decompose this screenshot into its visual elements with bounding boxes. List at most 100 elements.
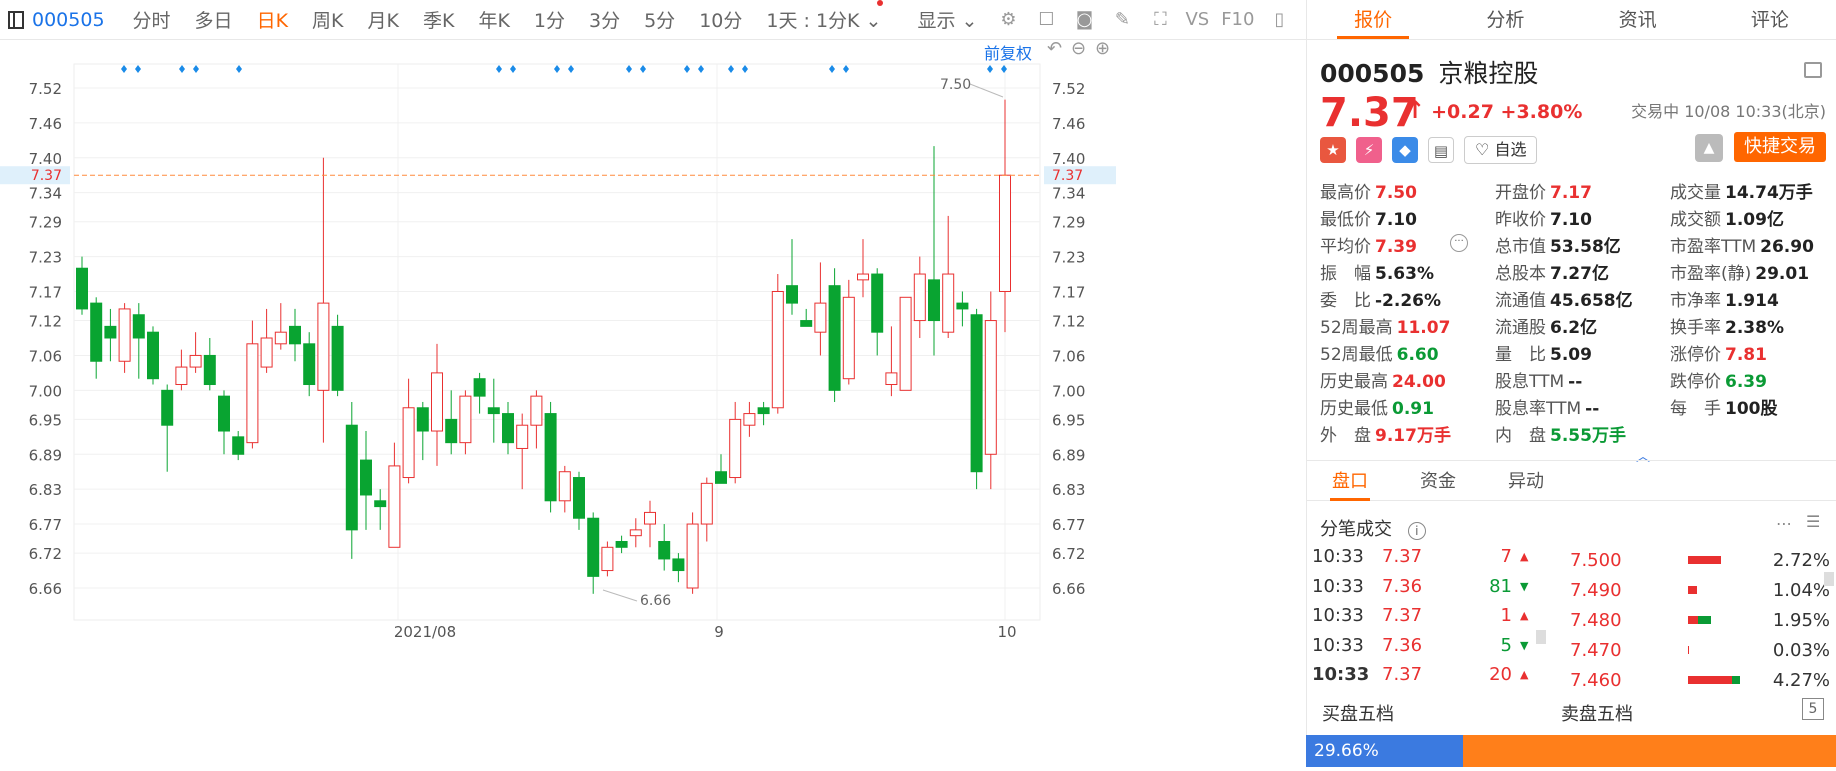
period-tab[interactable]: 年K [466, 6, 521, 33]
candle-body [260, 337, 273, 368]
lightning-icon[interactable]: ⚡ [1356, 137, 1382, 163]
sub-tab[interactable]: 异动 [1482, 461, 1570, 500]
y-tick-label-right: 6.95 [1052, 411, 1085, 429]
menu-icon[interactable] [1804, 62, 1822, 78]
period-tab[interactable]: 周K [300, 6, 355, 33]
checkbox-select-icon[interactable]: ☐ [1033, 9, 1059, 31]
trade-volume: 1 [1500, 605, 1512, 627]
event-marker[interactable] [568, 65, 574, 73]
camera-icon[interactable]: ◙ [1071, 9, 1097, 31]
quote-value: 100股 [1725, 399, 1778, 419]
sub-tab[interactable]: 资金 [1394, 461, 1482, 500]
kline-chart[interactable]: 7.52 7.52 7.46 7.46 7.40 7.40 7.34 7.34 7.29 7.29… [0, 38, 1306, 767]
note-icon[interactable]: ▤ [1428, 137, 1454, 163]
event-marker[interactable] [698, 65, 704, 73]
candle-body [132, 314, 145, 339]
candle-body [175, 366, 188, 386]
alert-bell-icon[interactable]: ▲ [1695, 134, 1723, 162]
fullscreen-icon[interactable]: ⛶ [1147, 9, 1173, 31]
event-marker[interactable] [554, 65, 560, 73]
pen-icon[interactable]: ✎ [1109, 9, 1135, 31]
info-icon[interactable]: i [1407, 522, 1426, 540]
event-marker[interactable] [987, 65, 993, 73]
event-marker[interactable] [179, 65, 185, 73]
order-book: 7.500 2.72% 7.490 1.04% 7.480 1.95% 7.470 0.03%… [1560, 545, 1830, 695]
trades-scrollbar[interactable] [1536, 630, 1546, 644]
quote-value: 1.09亿 [1725, 210, 1784, 230]
candle-body [431, 372, 443, 432]
add-watchlist-button[interactable]: ♡ 自选 [1464, 136, 1538, 164]
settings-icon[interactable]: ⚙ [995, 9, 1021, 31]
x-tick-label: 9 [714, 623, 724, 641]
quote-tab[interactable]: 评论 [1704, 0, 1836, 39]
quote-tab[interactable]: 资讯 [1572, 0, 1704, 39]
period-tab[interactable]: 季K [411, 6, 466, 33]
period-tab[interactable]: 日K [245, 6, 300, 33]
period-tabs: 分时 多日 日K 周K 月K 季K 年K 1分 3分 5分 10分 [121, 6, 755, 33]
quote-cell: 涨停价 7.81 [1670, 340, 1830, 367]
event-marker[interactable] [843, 65, 849, 73]
book-price: 7.480 [1570, 609, 1622, 631]
period-tab[interactable]: 月K [356, 6, 411, 33]
f10-button[interactable]: F10 [1221, 9, 1254, 31]
book-scrollbar[interactable] [1824, 572, 1834, 586]
stock-code-link[interactable]: 000505 [32, 9, 105, 31]
event-marker[interactable] [121, 65, 127, 73]
period-tab[interactable]: 1分 [522, 6, 577, 33]
book-bar-red [1688, 676, 1733, 684]
y-tick-label-right: 7.17 [1052, 283, 1085, 301]
more-info-icon[interactable]: ··· [1450, 234, 1468, 252]
quote-tab[interactable]: 分析 [1439, 0, 1571, 39]
event-marker[interactable] [626, 65, 632, 73]
display-select[interactable]: 显示 ⌄ [905, 6, 989, 33]
candle-body [502, 413, 514, 444]
event-marker[interactable] [640, 65, 646, 73]
event-marker[interactable] [236, 65, 242, 73]
event-marker[interactable] [510, 65, 516, 73]
candle-body [573, 477, 585, 519]
list-icon[interactable]: ☰ [1806, 512, 1820, 531]
panel-toggle-icon[interactable]: ▯ [1266, 9, 1292, 31]
china-flag-icon[interactable]: ★ [1320, 137, 1346, 163]
quick-trade-button[interactable]: 快捷交易 [1734, 132, 1826, 162]
event-marker[interactable] [496, 65, 502, 73]
event-marker[interactable] [742, 65, 748, 73]
up-arrow-icon: ↑ [1405, 96, 1426, 124]
quote-tab[interactable]: 报价 [1307, 0, 1439, 39]
adjust-toggle[interactable]: 前复权 [984, 40, 1032, 64]
event-marker[interactable] [135, 65, 141, 73]
interval-select[interactable]: 1天 : 1分K ⌄ [754, 0, 893, 33]
quote-cell: 委 比 -2.26% [1320, 286, 1495, 313]
sub-tab[interactable]: 盘口 [1306, 461, 1394, 501]
quote-cell: 换手率 2.38% [1670, 313, 1830, 340]
trade-row: 10:33 7.36 5 ▼ [1306, 631, 1536, 661]
undo-icon[interactable]: ↶ [1047, 38, 1062, 59]
more-icon[interactable]: ⋯ [1776, 514, 1792, 533]
event-marker[interactable] [1001, 65, 1007, 73]
candle-body [303, 343, 316, 386]
trade-time: 10:33 [1312, 634, 1364, 656]
quote-value: -- [1585, 399, 1600, 419]
candle-body [104, 325, 117, 339]
event-marker[interactable] [684, 65, 690, 73]
candle-body [90, 302, 103, 362]
zoom-in-icon[interactable]: ⊕ [1095, 38, 1110, 59]
y-tick-label-left: 7.23 [29, 249, 62, 267]
period-tab[interactable]: 分时 [121, 6, 183, 33]
period-tab[interactable]: 5分 [632, 6, 687, 33]
zoom-out-icon[interactable]: ⊖ [1071, 38, 1086, 59]
tag-icon[interactable]: ◆ [1392, 137, 1418, 163]
candle-body [544, 413, 557, 502]
event-marker[interactable] [829, 65, 835, 73]
layout-icon[interactable] [8, 10, 24, 29]
period-tab[interactable]: 10分 [687, 6, 754, 33]
event-marker[interactable] [193, 65, 199, 73]
candle-body [203, 354, 216, 386]
period-tab[interactable]: 多日 [183, 6, 245, 33]
candle-body [743, 413, 756, 426]
five-level-icon[interactable]: 5 [1802, 698, 1824, 720]
period-tab[interactable]: 3分 [577, 6, 632, 33]
event-marker[interactable] [728, 65, 734, 73]
vs-button[interactable]: VS [1185, 9, 1209, 31]
y-tick-label-right: 6.66 [1052, 580, 1085, 598]
